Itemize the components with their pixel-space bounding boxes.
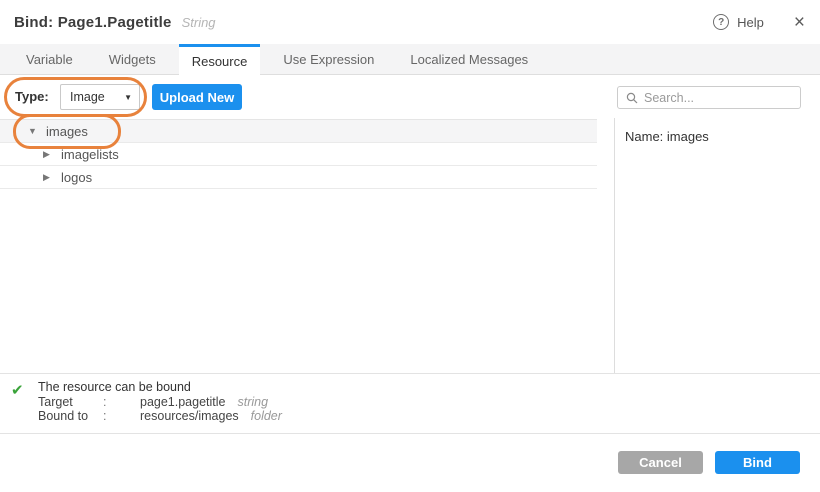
search-icon <box>626 92 638 104</box>
status-row-target: Target : page1.pagetitle string <box>0 395 820 409</box>
cancel-button[interactable]: Cancel <box>618 451 703 474</box>
status-value-type: folder <box>251 409 282 423</box>
status-colon: : <box>103 395 106 409</box>
status-divider <box>0 373 820 374</box>
tab-resource[interactable]: Resource <box>179 44 261 75</box>
caret-right-icon[interactable]: ▶ <box>43 172 53 183</box>
bind-button[interactable]: Bind <box>715 451 800 474</box>
dialog-header: Bind: Page1.Pagetitle String ? Help × <box>0 0 820 44</box>
caret-down-icon[interactable]: ▼ <box>28 126 38 136</box>
search-input[interactable] <box>644 91 794 105</box>
selected-resource-name: Name: images <box>625 129 709 144</box>
tree-item-imagelists[interactable]: ▶ imagelists <box>0 143 597 166</box>
resource-tree: ▼ images ▶ imagelists ▶ logos <box>0 119 597 189</box>
tree-item-images[interactable]: ▼ images <box>0 120 597 143</box>
status-value: resources/images <box>140 409 239 423</box>
tab-use-expression[interactable]: Use Expression <box>270 44 387 75</box>
bind-dialog: Bind: Page1.Pagetitle String ? Help × Va… <box>0 0 820 492</box>
dialog-title-type: String <box>182 15 216 30</box>
tree-item-label: logos <box>61 170 92 185</box>
type-dropdown-value: Image <box>70 90 105 104</box>
status-label: Target <box>38 395 73 409</box>
tree-item-label: imagelists <box>61 147 119 162</box>
tab-localized-messages[interactable]: Localized Messages <box>397 44 541 75</box>
status-value-type: string <box>238 395 269 409</box>
close-icon[interactable]: × <box>794 13 805 32</box>
status-row-bound-to: Bound to : resources/images folder <box>0 409 820 423</box>
help-link[interactable]: Help <box>737 15 764 30</box>
status-message: The resource can be bound <box>38 380 191 394</box>
status-value: page1.pagetitle <box>140 395 226 409</box>
status-colon: : <box>103 409 106 423</box>
chevron-down-icon: ▼ <box>124 93 132 102</box>
help-icon[interactable]: ? <box>713 14 729 30</box>
caret-right-icon[interactable]: ▶ <box>43 149 53 160</box>
panel-divider <box>614 118 615 373</box>
footer-divider <box>0 433 820 434</box>
tab-widgets[interactable]: Widgets <box>96 44 169 75</box>
status-label: Bound to <box>38 409 88 423</box>
dialog-title: Bind: Page1.Pagetitle <box>14 14 172 31</box>
type-dropdown[interactable]: Image ▼ <box>60 84 140 110</box>
search-box <box>617 86 801 109</box>
tree-item-logos[interactable]: ▶ logos <box>0 166 597 189</box>
tree-item-label: images <box>46 124 88 139</box>
upload-new-button[interactable]: Upload New <box>152 84 242 110</box>
tab-variable[interactable]: Variable <box>13 44 86 75</box>
type-label: Type: <box>15 84 49 110</box>
tab-bar: Variable Widgets Resource Use Expression… <box>0 44 820 75</box>
header-actions: ? Help × <box>713 0 805 44</box>
